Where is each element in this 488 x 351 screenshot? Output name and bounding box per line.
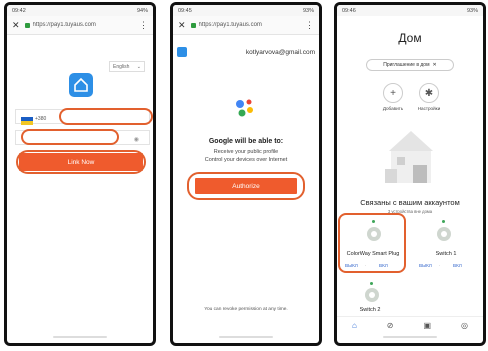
chevron-down-icon: ⌄ (136, 63, 141, 70)
language-select[interactable]: English ⌄ (109, 61, 145, 72)
status-time: 09:42 (12, 7, 26, 14)
status-bar: 09:45 93% (173, 5, 319, 16)
ukraine-flag-icon (21, 117, 33, 125)
account-nav-icon[interactable]: ◎ (461, 321, 468, 330)
status-bar: 09:46 93% (337, 5, 483, 16)
more-menu-icon[interactable]: ⋮ (305, 20, 314, 30)
status-time: 09:46 (342, 7, 356, 14)
invite-chip[interactable]: Приглашение в дом ✕ (366, 59, 454, 71)
eye-icon[interactable]: ◉ (134, 136, 139, 143)
permission-profile: Receive your public profile (213, 149, 279, 155)
home-indicator (219, 336, 273, 338)
authorize-highlight (187, 172, 305, 200)
phone-screen-authorize: 09:45 93% ✕ https://pay1.tuyaus.com ⋮ ko… (170, 2, 322, 346)
home-indicator (383, 336, 437, 338)
settings-button[interactable]: ✱ (419, 83, 439, 103)
app-logo-icon (69, 73, 93, 97)
status-battery: 93% (302, 7, 314, 14)
invite-label: Приглашение в дом (383, 62, 430, 68)
linked-devices-title: Связаны с вашим аккаунтом (360, 198, 460, 207)
screen: 09:42 94% ✕ https://pay1.tuyaus.com ⋮ En… (7, 5, 153, 343)
password-highlight (21, 129, 119, 145)
close-icon[interactable]: ✕ (178, 20, 186, 31)
account-email: kotlyarvova@gmail.com (245, 48, 315, 56)
home-nav-icon[interactable]: ⌂ (352, 321, 357, 330)
link-now-highlight (16, 150, 146, 174)
screen: 09:46 93% Дом Приглашение в дом ✕ + Доба… (337, 5, 483, 343)
plus-icon: + (390, 87, 396, 99)
bottom-nav: ⌂ ⊘ ▣ ◎ (337, 316, 483, 333)
device-name[interactable]: Switch 1 (421, 251, 471, 257)
add-button[interactable]: + (383, 83, 403, 103)
media-nav-icon[interactable]: ▣ (423, 321, 431, 330)
country-code-select[interactable]: +380 (35, 116, 46, 122)
status-bar: 09:42 94% (7, 5, 153, 16)
house-illustration-icon (385, 131, 433, 183)
language-value: English (113, 63, 130, 70)
phone-screen-link-account: 09:42 94% ✕ https://pay1.tuyaus.com ⋮ En… (4, 2, 156, 346)
device-on-button[interactable]: ВКЛ (453, 263, 462, 268)
lock-icon (190, 22, 196, 28)
screen: 09:45 93% ✕ https://pay1.tuyaus.com ⋮ ko… (173, 5, 319, 343)
status-battery: 93% (466, 7, 478, 14)
close-icon[interactable]: ✕ (433, 62, 437, 68)
status-time: 09:45 (178, 7, 192, 14)
more-menu-icon[interactable]: ⋮ (139, 20, 148, 30)
switch-icon[interactable] (437, 227, 451, 241)
switch-icon[interactable] (365, 288, 379, 302)
page-title: Дом (398, 31, 422, 45)
browser-url-bar: ✕ https://pay1.tuyaus.com ⋮ (7, 16, 153, 35)
status-dot (370, 282, 373, 285)
separator: · (439, 263, 441, 268)
google-assistant-icon (236, 99, 253, 117)
url-text[interactable]: https://pay1.tuyaus.com (33, 22, 139, 28)
device-highlight (338, 213, 406, 273)
gear-icon: ✱ (424, 87, 434, 99)
revoke-note: You can revoke permission at any time. (204, 307, 288, 312)
explore-nav-icon[interactable]: ⊘ (387, 321, 394, 330)
phone-number-input[interactable] (59, 108, 153, 125)
device-off-button[interactable]: ВЫКЛ (419, 263, 432, 268)
device-name[interactable]: Switch 2 (345, 307, 395, 313)
account-row: kotlyarvova@gmail.com (177, 47, 315, 57)
home-indicator (53, 336, 107, 338)
phone-screen-home: 09:46 93% Дом Приглашение в дом ✕ + Доба… (334, 2, 486, 346)
status-battery: 94% (136, 7, 148, 14)
status-dot (442, 220, 445, 223)
permission-devices: Control your devices over Internet (204, 157, 288, 163)
browser-url-bar: ✕ https://pay1.tuyaus.com ⋮ (173, 16, 319, 35)
add-label: Добавить (382, 106, 404, 111)
app-logo-icon (177, 47, 187, 57)
permissions-title: Google will be able to: (208, 138, 284, 145)
lock-icon (24, 22, 30, 28)
url-text[interactable]: https://pay1.tuyaus.com (199, 22, 305, 28)
settings-label: Настройки (417, 106, 441, 111)
close-icon[interactable]: ✕ (12, 20, 20, 31)
